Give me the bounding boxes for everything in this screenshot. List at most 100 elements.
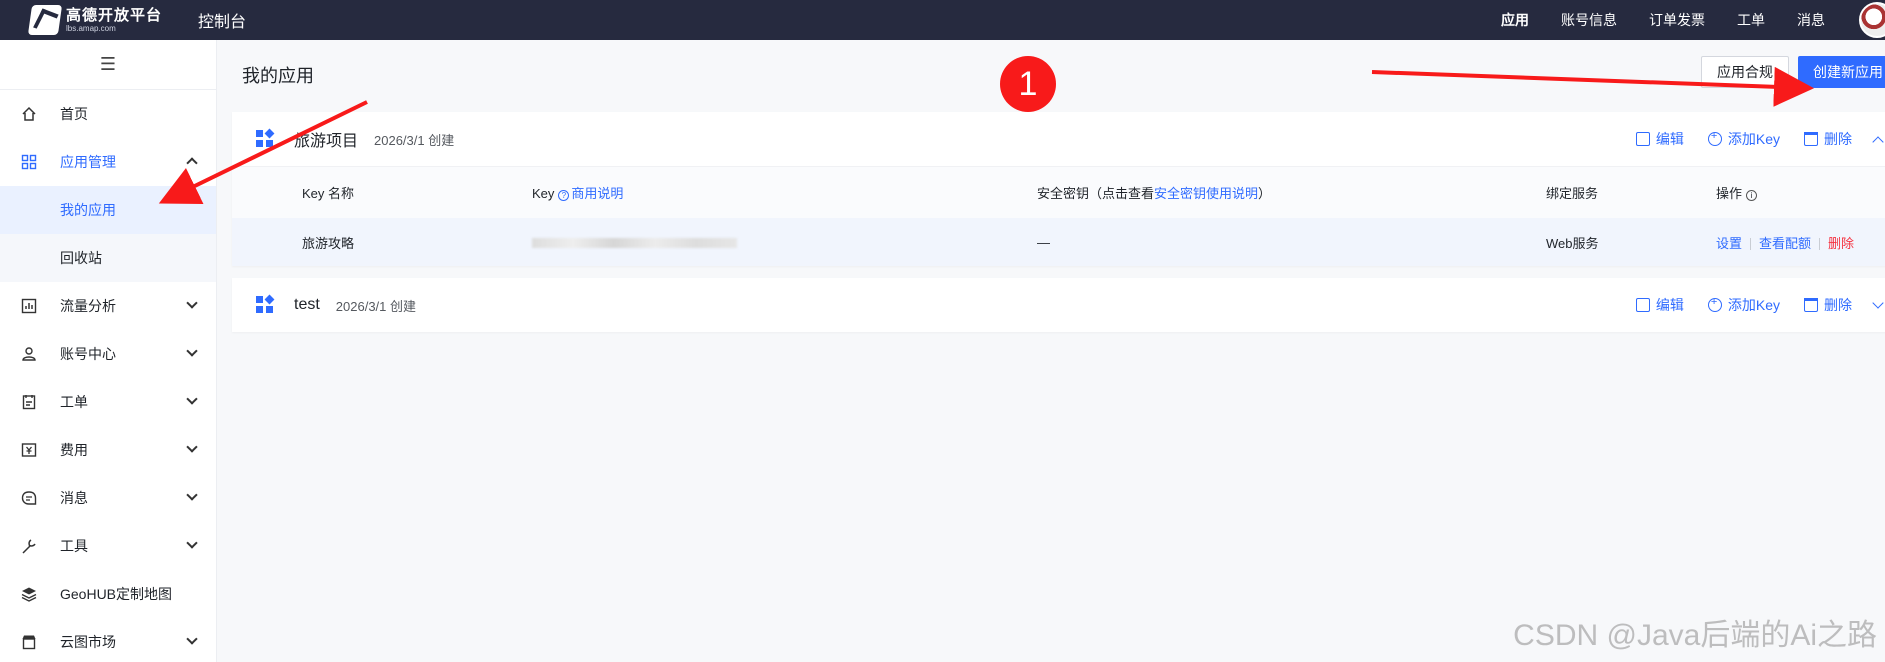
store-icon: [20, 633, 38, 651]
column-bound-service: 绑定服务: [1546, 186, 1599, 201]
page-title: 我的应用: [242, 66, 314, 86]
sidebar-item-account-center[interactable]: 账号中心: [0, 330, 216, 378]
create-app-button[interactable]: 创建新应用: [1798, 56, 1885, 88]
main-content: 我的应用 应用合规 创建新应用 旅游项目 2026/3/1 创建 编辑 添加Ke…: [218, 40, 1885, 662]
money-icon: [20, 441, 38, 459]
sidebar-item-my-apps[interactable]: 我的应用: [0, 186, 216, 234]
message-icon: [20, 489, 38, 507]
table-row: 旅游攻略 — Web服务 设置 查看配额 删除: [232, 218, 1885, 266]
column-key: Key? 商用说明: [532, 186, 624, 201]
sidebar-item-label: 流量分析: [60, 298, 116, 314]
nav-apps[interactable]: 应用: [1501, 10, 1529, 30]
chevron-down-icon: [186, 537, 198, 549]
column-secret: 安全密钥（点击查看安全密钥使用说明）: [1037, 186, 1272, 201]
sidebar-item-label: 工具: [60, 538, 88, 554]
chevron-down-icon: [186, 393, 198, 405]
app-created-date: 2026/3/1 创建: [374, 132, 455, 148]
home-icon: [20, 105, 38, 123]
edit-icon: [1635, 132, 1650, 146]
sidebar-item-label: GeoHUB定制地图: [60, 586, 173, 602]
chevron-up-icon: [186, 157, 198, 169]
delete-key-link[interactable]: 删除: [1828, 236, 1854, 251]
key-name: 旅游攻略: [302, 235, 355, 251]
trash-icon: [1804, 132, 1818, 146]
app-name: test: [294, 296, 320, 313]
amap-logo-icon: [27, 5, 63, 35]
collapse-chevron-up-icon[interactable]: [1872, 135, 1884, 148]
row-operations: 设置 查看配额 删除: [1716, 233, 1854, 252]
top-nav: 应用 账号信息 订单发票 工单 消息: [1469, 0, 1825, 40]
add-key-button[interactable]: 添加Key: [1707, 129, 1780, 149]
nav-account-info[interactable]: 账号信息: [1561, 10, 1617, 30]
app-created-date: 2026/3/1 创建: [335, 298, 417, 314]
ticket-icon: [20, 393, 38, 411]
app-card: test 2026/3/1 创建 编辑 添加Key 删除: [232, 278, 1885, 332]
avatar[interactable]: [1859, 2, 1885, 38]
sidebar-item-tickets[interactable]: 工单: [0, 378, 216, 426]
commercial-info-link[interactable]: 商用说明: [571, 186, 623, 201]
sidebar-item-label: 消息: [60, 490, 88, 506]
edit-button[interactable]: 编辑: [1635, 129, 1684, 149]
top-bar: 高德开放平台 lbs.amap.com 控制台 应用 账号信息 订单发票 工单 …: [0, 0, 1885, 40]
logo[interactable]: 高德开放平台 lbs.amap.com: [27, 5, 163, 35]
app-actions: 编辑 添加Key 删除: [1612, 278, 1885, 332]
wrench-icon: [20, 537, 38, 555]
sidebar-item-home[interactable]: 首页: [0, 90, 216, 138]
expand-chevron-down-icon[interactable]: [1872, 297, 1884, 309]
chevron-down-icon: [186, 633, 198, 645]
menu-toggle-icon[interactable]: ☰: [0, 40, 216, 90]
delete-app-button[interactable]: 删除: [1804, 295, 1852, 315]
sidebar-item-messages[interactable]: 消息: [0, 474, 216, 522]
sidebar-item-tools[interactable]: 工具: [0, 522, 216, 570]
chevron-down-icon: [186, 345, 198, 357]
info-icon[interactable]: i: [1746, 190, 1758, 201]
app-actions: 编辑 添加Key 删除: [1612, 112, 1885, 166]
nav-orders-invoices[interactable]: 订单发票: [1649, 10, 1705, 30]
console-title[interactable]: 控制台: [198, 8, 246, 32]
sidebar: ☰ 首页 应用管理 我的应用 回收站 流量分析 账号中心 工单 费用 消息 工具…: [0, 40, 217, 662]
submenu-app-management: 我的应用 回收站: [0, 186, 216, 282]
view-quota-link[interactable]: 查看配额: [1759, 236, 1811, 251]
app-icon: [256, 294, 275, 314]
sidebar-item-billing[interactable]: 费用: [0, 426, 216, 474]
sidebar-item-traffic-analysis[interactable]: 流量分析: [0, 282, 216, 330]
trash-icon: [1804, 298, 1818, 312]
layers-icon: [20, 585, 38, 603]
secret-value: —: [1037, 234, 1050, 250]
bound-service: Web服务: [1546, 235, 1599, 251]
chevron-down-icon: [186, 297, 198, 309]
column-key-name: Key 名称: [302, 186, 355, 201]
column-operations: 操作 i: [1716, 183, 1758, 202]
chart-icon: [20, 297, 38, 315]
delete-app-button[interactable]: 删除: [1804, 129, 1852, 149]
app-icon: [256, 128, 275, 148]
app-compliance-button[interactable]: 应用合规: [1701, 56, 1789, 88]
sidebar-item-app-management[interactable]: 应用管理: [0, 138, 216, 186]
nav-messages[interactable]: 消息: [1797, 10, 1825, 30]
watermark: CSDN @Java后端的Ai之路: [1513, 619, 1877, 652]
chevron-down-icon: [186, 489, 198, 501]
add-circle-icon: [1707, 296, 1722, 312]
sidebar-item-label: 云图市场: [60, 634, 116, 650]
nav-tickets[interactable]: 工单: [1737, 10, 1765, 30]
key-value-masked: [532, 235, 737, 250]
sidebar-item-label: 费用: [60, 442, 88, 458]
edit-button[interactable]: 编辑: [1635, 295, 1684, 315]
sidebar-item-geohub[interactable]: GeoHUB定制地图: [0, 570, 216, 618]
add-key-button[interactable]: 添加Key: [1707, 295, 1780, 315]
sidebar-item-label: 工单: [60, 394, 88, 410]
chevron-down-icon: [186, 441, 198, 453]
logo-subtitle: lbs.amap.com: [66, 23, 116, 33]
grid-icon: [20, 153, 38, 171]
app-card: 旅游项目 2026/3/1 创建 编辑 添加Key 删除 Key 名称 Key?…: [232, 112, 1885, 266]
logo-title: 高德开放平台: [66, 6, 163, 24]
sidebar-item-recycle-bin[interactable]: 回收站: [0, 234, 216, 282]
secret-usage-link[interactable]: 安全密钥使用说明: [1154, 186, 1258, 201]
sidebar-item-cloud-market[interactable]: 云图市场: [0, 618, 216, 662]
key-settings-link[interactable]: 设置: [1716, 236, 1742, 251]
app-card-header[interactable]: 旅游项目 2026/3/1 创建 编辑 添加Key 删除: [232, 112, 1885, 166]
app-name: 旅游项目: [294, 133, 359, 150]
sidebar-item-label: 首页: [60, 106, 88, 122]
edit-icon: [1635, 298, 1650, 312]
app-card-header[interactable]: test 2026/3/1 创建 编辑 添加Key 删除: [232, 278, 1885, 332]
